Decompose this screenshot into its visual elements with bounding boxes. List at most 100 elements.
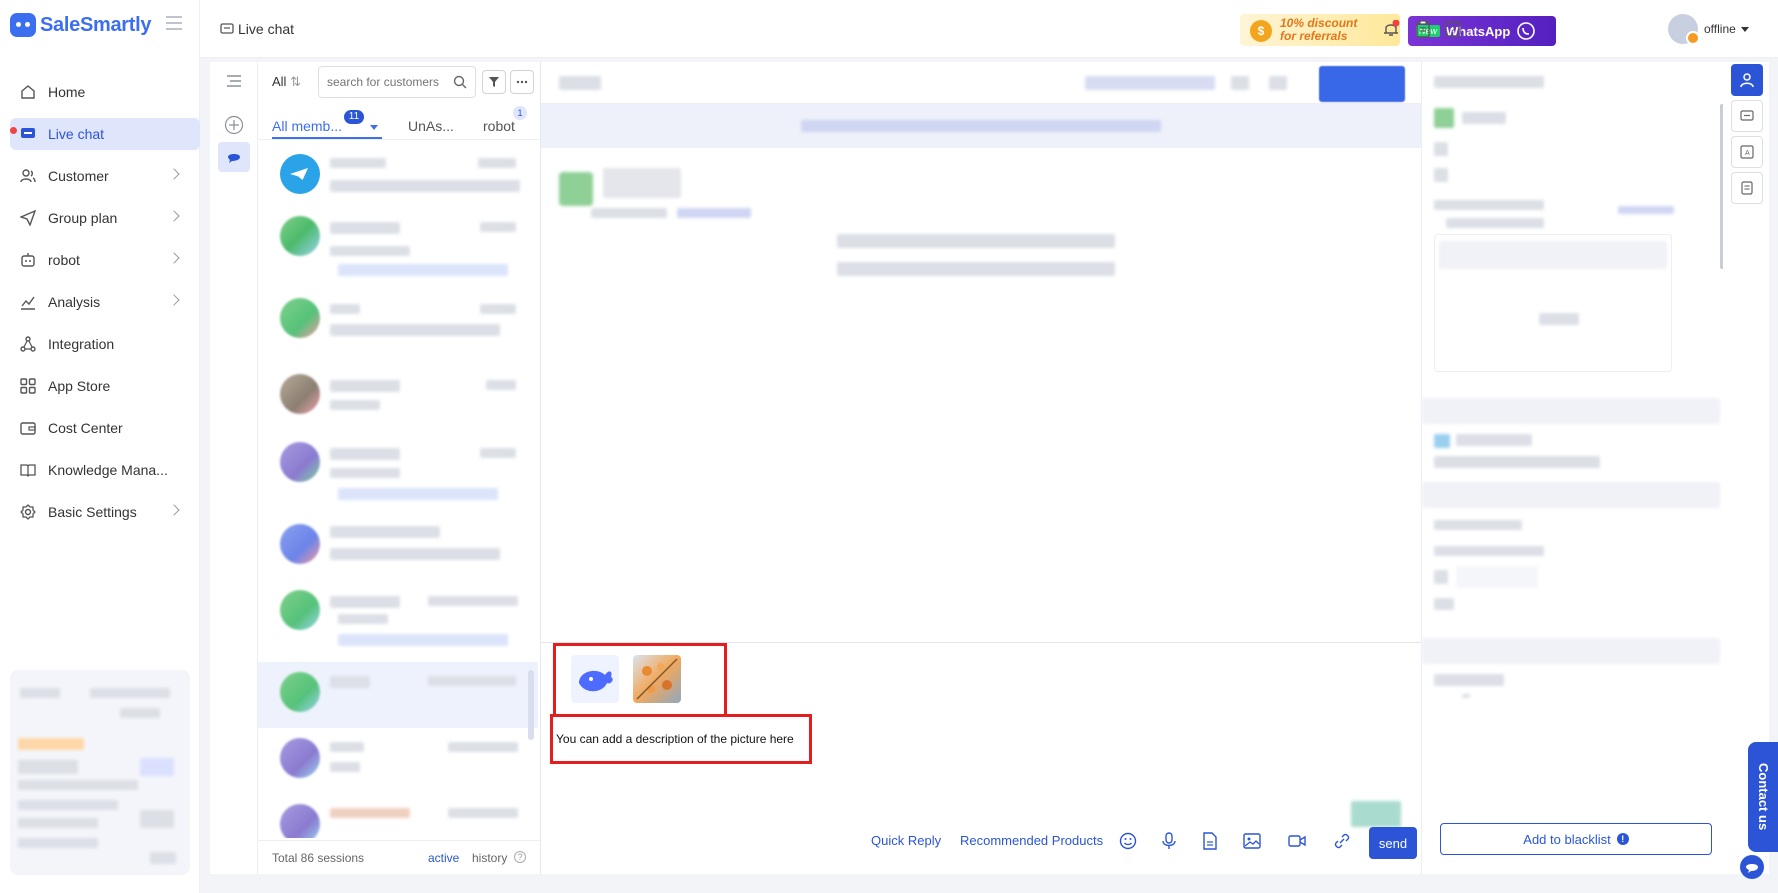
avatar xyxy=(280,738,320,778)
session-list-scrollbar[interactable] xyxy=(528,670,534,740)
sidebar-item-knowledge[interactable]: Knowledge Mana... xyxy=(10,454,200,486)
clipboard-icon[interactable] xyxy=(1414,20,1432,38)
tab-unassigned[interactable]: UnAs... xyxy=(408,118,454,134)
robot-logo-icon xyxy=(10,13,36,37)
chat-header xyxy=(541,62,1421,104)
whale-logo-thumbnail[interactable] xyxy=(571,655,619,703)
avatar xyxy=(280,672,320,712)
avatar xyxy=(1668,14,1700,45)
recommended-products-button[interactable]: Recommended Products xyxy=(960,833,1103,848)
agent-status-dropdown[interactable]: offline xyxy=(1668,14,1749,45)
sidebar-item-home[interactable]: Home xyxy=(10,76,200,108)
filter-icon[interactable] xyxy=(482,70,506,94)
list-item[interactable] xyxy=(258,514,538,580)
chat-rail xyxy=(210,62,258,874)
translate-icon[interactable]: A xyxy=(1731,136,1763,168)
help-icon[interactable]: ? xyxy=(1444,20,1462,38)
session-list-panel: All ⇅ All memb... 11 UnAs... robot 1 xyxy=(258,62,541,874)
customer-icon xyxy=(20,168,36,184)
list-item[interactable] xyxy=(258,288,538,354)
list-item[interactable] xyxy=(258,580,538,646)
sidebar-item-group-plan[interactable]: Group plan xyxy=(10,202,200,234)
customer-profile-icon[interactable] xyxy=(1731,64,1763,96)
file-icon[interactable] xyxy=(1201,832,1219,850)
active-tab-indicator xyxy=(272,137,382,139)
sidebar-item-label: Home xyxy=(48,84,86,100)
more-icon[interactable] xyxy=(510,70,534,94)
message-composer: You can add a description of the picture… xyxy=(541,642,1421,874)
add-to-blacklist-button[interactable]: Add to blacklist ! xyxy=(1440,823,1712,855)
send-button[interactable]: send xyxy=(1369,827,1417,859)
list-item[interactable] xyxy=(258,662,538,728)
whatsapp-icon xyxy=(1517,22,1536,40)
bell-icon[interactable] xyxy=(1382,20,1400,38)
active-filter-link[interactable]: active xyxy=(428,851,459,865)
history-filter-link[interactable]: history xyxy=(472,851,507,865)
session-tabs: All memb... 11 UnAs... robot 1 xyxy=(258,106,541,140)
chevron-right-icon xyxy=(168,294,180,306)
svg-text:A: A xyxy=(1745,150,1750,157)
list-item[interactable] xyxy=(258,364,538,430)
total-sessions-label: Total 86 sessions xyxy=(272,851,365,865)
emoji-icon[interactable] xyxy=(1119,832,1137,850)
link-icon[interactable] xyxy=(1333,832,1351,850)
microphone-icon[interactable] xyxy=(1160,832,1178,850)
list-item[interactable] xyxy=(258,728,538,794)
notes-icon[interactable] xyxy=(1731,172,1763,204)
unread-dot xyxy=(10,127,17,134)
sidebar-item-live-chat[interactable]: Live chat xyxy=(10,118,200,150)
sidebar-item-cost-center[interactable]: Cost Center xyxy=(10,412,200,444)
collapse-menu-icon[interactable] xyxy=(166,16,182,30)
image-description-input[interactable]: You can add a description of the picture… xyxy=(556,732,794,746)
sidebar-item-label: Customer xyxy=(48,168,109,184)
conversations-icon[interactable] xyxy=(218,142,250,172)
message-icon[interactable] xyxy=(1731,100,1763,132)
telegram-avatar-icon xyxy=(280,154,320,194)
book-icon xyxy=(20,462,36,478)
sidebar-item-label: App Store xyxy=(48,378,111,394)
chart-icon xyxy=(20,294,36,310)
app-logo[interactable]: SaleSmartly xyxy=(10,12,152,38)
sidebar-item-app-store[interactable]: App Store xyxy=(10,370,200,402)
contact-us-button[interactable]: Contact us xyxy=(1748,742,1778,852)
chevron-right-icon xyxy=(168,210,180,222)
sidebar-item-customer[interactable]: Customer xyxy=(10,160,200,192)
scope-label: All xyxy=(272,74,287,89)
image-icon[interactable] xyxy=(1243,832,1261,850)
list-toggle-icon[interactable] xyxy=(218,66,250,96)
image-thumbnail[interactable] xyxy=(633,655,681,703)
search-input[interactable] xyxy=(327,75,445,89)
sidebar-item-analysis[interactable]: Analysis xyxy=(10,286,200,318)
sidebar-item-basic-settings[interactable]: Basic Settings xyxy=(10,496,200,528)
status-label: offline xyxy=(1704,22,1736,36)
scope-select[interactable]: All ⇅ xyxy=(272,74,301,90)
quick-reply-button[interactable]: Quick Reply xyxy=(871,833,941,848)
tab-all-members[interactable]: All memb... xyxy=(272,118,342,134)
video-icon[interactable] xyxy=(1288,832,1306,850)
svg-text:?: ? xyxy=(1450,25,1456,36)
referral-promo-banner[interactable]: $ 10% discount for referrals xyxy=(1240,14,1400,46)
support-chat-icon[interactable] xyxy=(1740,855,1764,879)
send-icon xyxy=(20,210,36,226)
list-item[interactable] xyxy=(258,432,538,500)
grid-icon xyxy=(20,378,36,394)
list-item[interactable] xyxy=(258,140,538,206)
chevron-down-icon[interactable] xyxy=(370,125,378,130)
avatar xyxy=(280,442,320,482)
info-icon[interactable]: ? xyxy=(514,851,526,863)
assign-button[interactable] xyxy=(1319,66,1405,102)
add-icon[interactable] xyxy=(218,110,250,140)
robot-icon xyxy=(20,252,36,268)
sidebar-item-robot[interactable]: robot xyxy=(10,244,200,276)
breadcrumb: Live chat xyxy=(220,21,294,37)
chevron-right-icon xyxy=(168,252,180,264)
list-item[interactable] xyxy=(258,794,538,838)
search-input-wrapper[interactable] xyxy=(318,66,476,98)
list-item[interactable] xyxy=(258,206,538,276)
avatar xyxy=(280,216,320,256)
sidebar-item-integration[interactable]: Integration xyxy=(10,328,200,360)
integration-icon xyxy=(20,336,36,352)
avatar xyxy=(280,804,320,838)
tab-robot[interactable]: robot xyxy=(483,118,515,134)
promo-line-2: for referrals xyxy=(1280,29,1348,43)
